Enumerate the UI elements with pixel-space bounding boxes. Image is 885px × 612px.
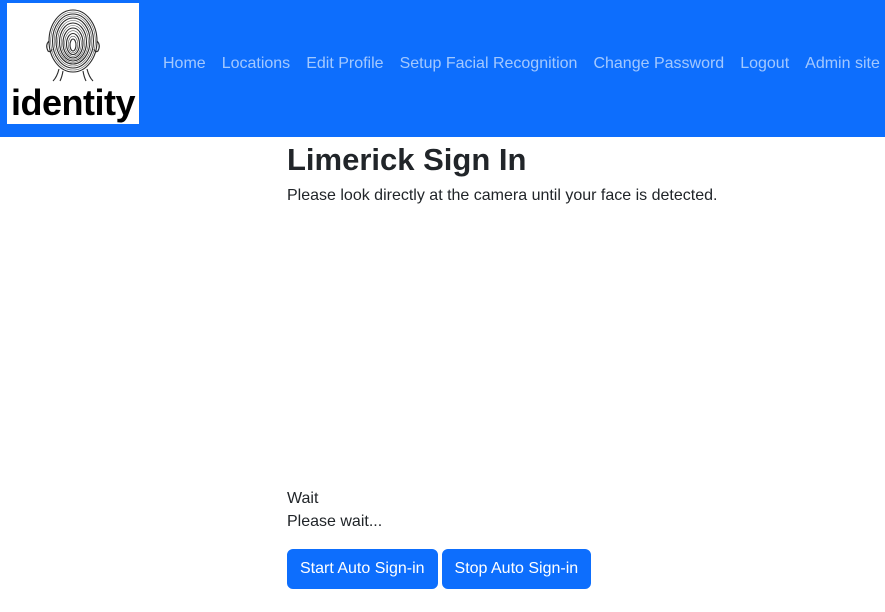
instructions-text: Please look directly at the camera until… bbox=[287, 187, 718, 204]
status-text: Wait bbox=[287, 490, 319, 507]
brand-logo-text: identity bbox=[11, 82, 136, 123]
status-message: Please wait... bbox=[287, 513, 383, 530]
camera-video-area bbox=[287, 217, 767, 487]
start-auto-sign-in-button[interactable]: Start Auto Sign-in bbox=[287, 549, 438, 589]
nav-link-logout[interactable]: Logout bbox=[732, 52, 797, 76]
nav-link-setup-facial-recognition[interactable]: Setup Facial Recognition bbox=[392, 52, 586, 76]
stop-auto-sign-in-button[interactable]: Stop Auto Sign-in bbox=[441, 549, 592, 589]
nav-link-locations[interactable]: Locations bbox=[214, 52, 299, 76]
nav-link-admin-site[interactable]: Admin site bbox=[797, 52, 885, 76]
nav-link-edit-profile[interactable]: Edit Profile bbox=[298, 52, 391, 76]
button-group: Start Auto Sign-in Stop Auto Sign-in bbox=[287, 549, 592, 589]
brand-logo[interactable]: identity bbox=[7, 3, 139, 124]
nav-link-home[interactable]: Home bbox=[155, 52, 214, 76]
page-title: Limerick Sign In bbox=[287, 142, 527, 177]
nav-link-change-password[interactable]: Change Password bbox=[585, 52, 732, 76]
navbar: identity Home Locations Edit Profile Set… bbox=[0, 0, 885, 137]
nav-links: Home Locations Edit Profile Setup Facial… bbox=[155, 52, 885, 76]
